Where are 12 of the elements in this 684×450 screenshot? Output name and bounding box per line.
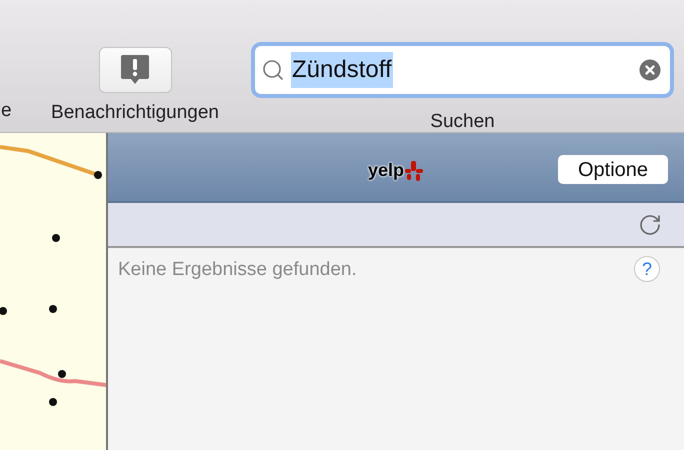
help-icon[interactable]: ?: [634, 256, 660, 282]
refresh-icon[interactable]: [638, 212, 662, 236]
alert-icon: [120, 54, 150, 86]
options-button[interactable]: Optione: [558, 155, 668, 184]
notifications-button[interactable]: [98, 47, 172, 93]
search-label: Suchen: [430, 110, 495, 134]
no-results-text: Keine Ergebnisse gefunden.: [118, 258, 357, 282]
toolbar-label: Benachrichtigungen: [51, 101, 219, 125]
toolbar-label: e: [1, 99, 12, 123]
search-icon: [261, 58, 285, 82]
search-field[interactable]: Zündstoff: [251, 42, 674, 98]
yelp-logo: yelp: [368, 157, 424, 184]
